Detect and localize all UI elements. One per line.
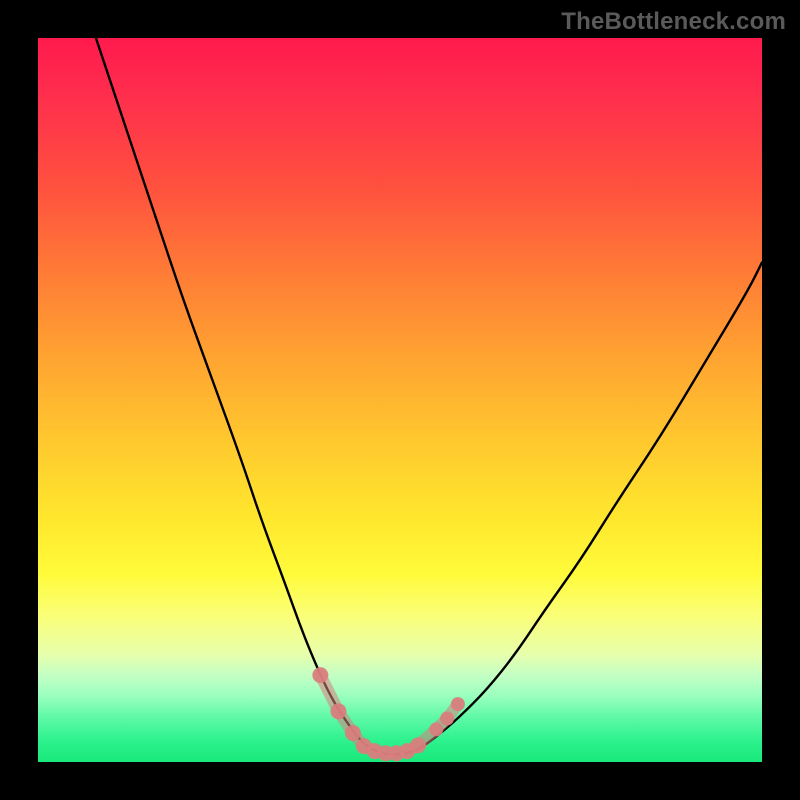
series-markers bbox=[312, 667, 465, 761]
chart-frame: TheBottleneck.com bbox=[0, 0, 800, 800]
marker-dot bbox=[330, 703, 346, 719]
marker-dot bbox=[429, 722, 443, 736]
chart-svg bbox=[38, 38, 762, 762]
marker-dot bbox=[345, 725, 361, 741]
bottleneck-curve bbox=[96, 38, 762, 754]
marker-dot bbox=[410, 737, 426, 753]
plot-area bbox=[38, 38, 762, 762]
series-curve bbox=[96, 38, 762, 754]
marker-dot bbox=[312, 667, 328, 683]
watermark-text: TheBottleneck.com bbox=[561, 8, 786, 36]
marker-dot bbox=[451, 697, 465, 711]
marker-dot bbox=[440, 712, 454, 726]
